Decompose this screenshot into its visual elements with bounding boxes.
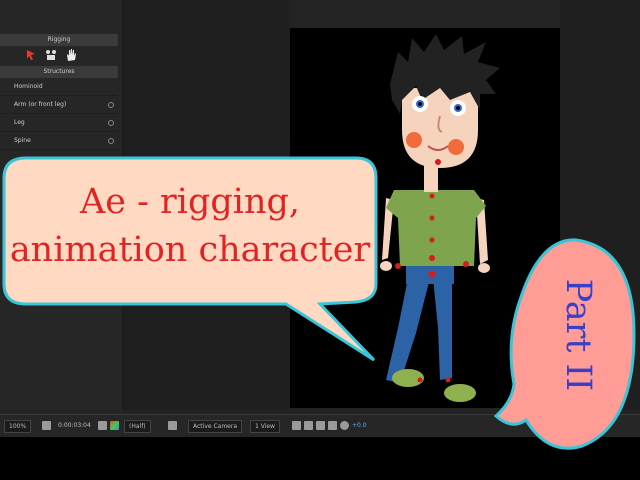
bubble-title: Ae - rigging, animation character — [0, 178, 380, 274]
bubble-title-line2: animation character — [9, 230, 371, 270]
bubble-part: Part II — [521, 270, 635, 400]
part-label: Part II — [557, 278, 598, 392]
bubble-title-line1: Ae - rigging, — [79, 182, 301, 222]
after-effects-window: Rigging Structures Hominoid Arm (or fron… — [0, 0, 640, 480]
